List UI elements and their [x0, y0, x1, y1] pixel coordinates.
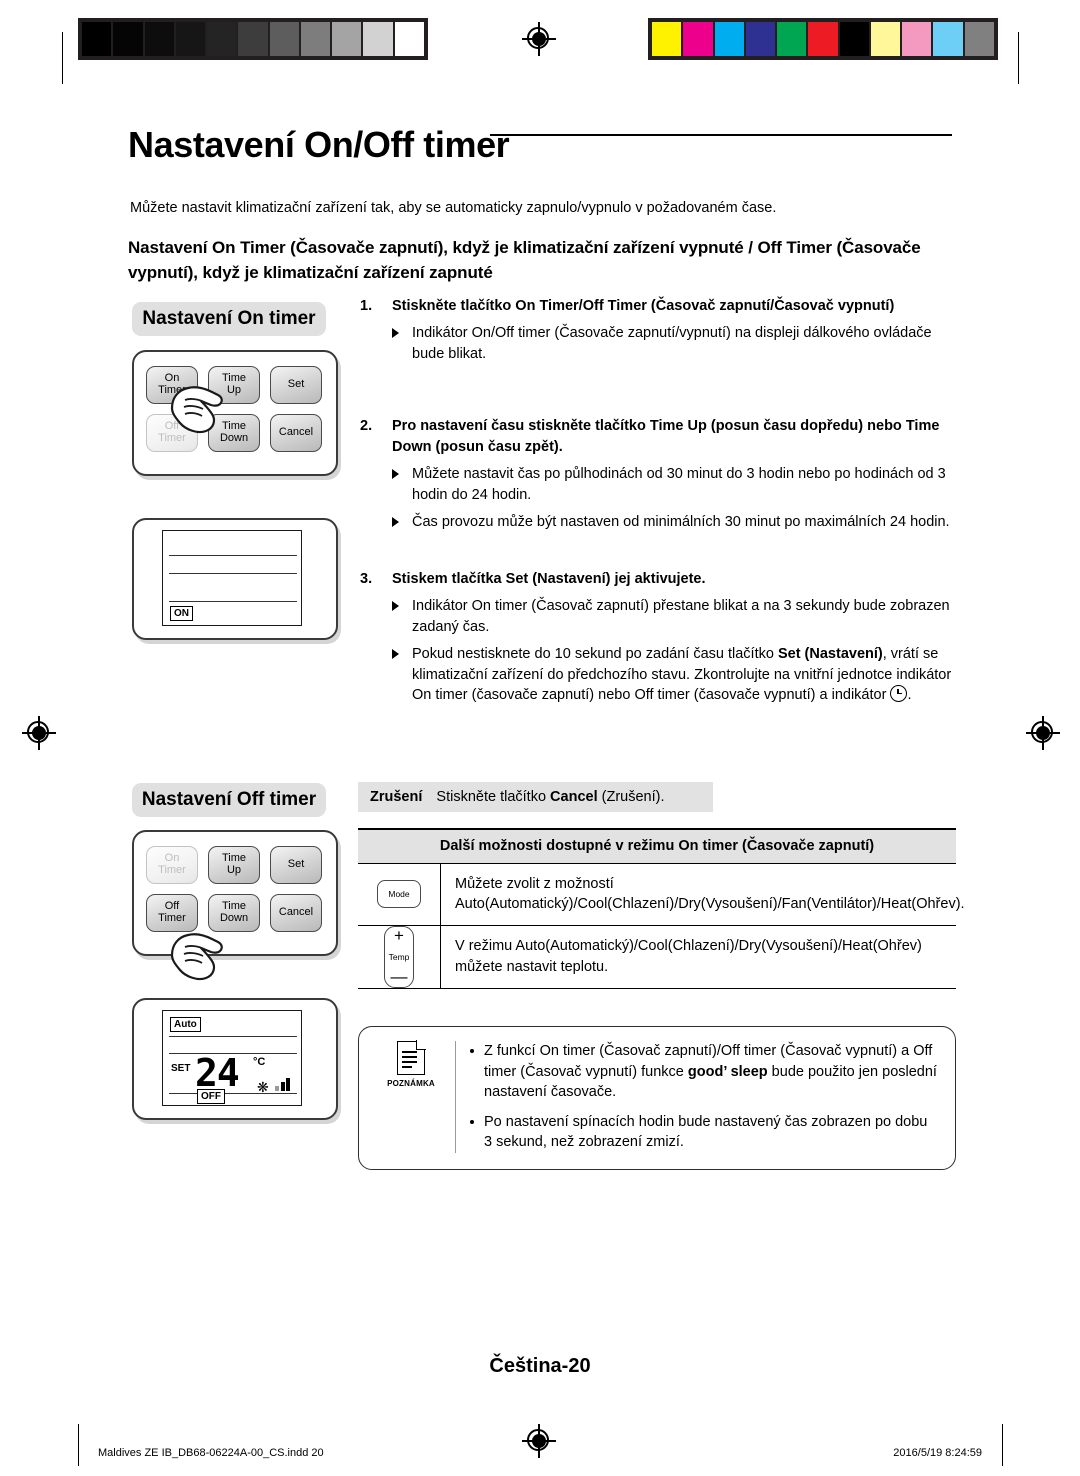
key-time-down: Time Down [208, 414, 260, 452]
off-timer-keypad-illustration: On Timer Time Up Set Off Timer Time Down Can… [132, 830, 338, 956]
mode-badge: Auto [170, 1017, 201, 1032]
step-2: 2. Pro nastavení času stiskněte tlačítko… [358, 416, 958, 532]
table-row-icon-cell: Mode [358, 864, 441, 925]
bullet-icon [470, 1119, 474, 1124]
step-bullet: Indikátor On timer (Časovač zapnutí) pře… [358, 596, 958, 637]
step-bullet-text: Indikátor On timer (Časovač zapnutí) pře… [412, 598, 950, 635]
note-label: POZNÁMKA [387, 1079, 435, 1088]
note-item-text: Z funkcí On timer (Časovač zapnutí)/Off … [484, 1043, 937, 1101]
minus-icon: — [390, 966, 408, 986]
key-time-up: Time Up [208, 366, 260, 404]
step-bullet: Můžete nastavit čas po půlhodinách od 30… [358, 464, 958, 505]
intro-paragraph: Můžete nastavit klimatizační zařízení ta… [130, 200, 777, 216]
key-set: Set [270, 846, 322, 884]
document-note-icon [397, 1040, 426, 1075]
off-indicator-badge: OFF [197, 1089, 225, 1104]
footer-crop-left [78, 1424, 79, 1466]
step-number: 1. [360, 298, 373, 314]
on-indicator-badge: ON [170, 606, 193, 621]
cancel-row-label: Zrušení [370, 789, 423, 805]
step-heading-text: Pro nastavení času stiskněte tlačítko Ti… [392, 418, 940, 455]
table-row: + Temp — V režimu Auto(Automatický)/Cool… [358, 925, 956, 989]
note-item: Po nastavení spínacích hodin bude nastav… [468, 1112, 939, 1153]
temp-button-icon: + Temp — [384, 925, 414, 988]
key-off-timer: Off Timer [146, 894, 198, 932]
triangle-bullet-icon [392, 328, 399, 339]
lcd-screen: Auto SET 24 °C ❋ OFF [162, 1010, 302, 1106]
triangle-bullet-icon [392, 649, 399, 660]
triangle-bullet-icon [392, 469, 399, 480]
footer-filename: Maldives ZE IB_DB68-06224A-00_CS.indd 20 [98, 1447, 324, 1459]
note-icon-group: POZNÁMKA [375, 1040, 456, 1153]
lcd-screen: ON [162, 530, 302, 626]
mode-button-icon: Mode [377, 880, 421, 909]
page-title: Nastavení On/Off timer [128, 124, 510, 165]
note-body: Z funkcí On timer (Časovač zapnutí)/Off … [468, 1041, 939, 1153]
instruction-steps: 1. Stiskněte tlačítko On Timer/Off Timer… [358, 296, 958, 706]
footer-crop-right [1002, 1424, 1003, 1466]
clock-indicator-icon [890, 685, 908, 703]
bullet-icon [470, 1049, 474, 1053]
key-cancel: Cancel [270, 414, 322, 452]
plus-icon: + [394, 925, 404, 945]
step-bullet-text: Indikátor On/Off timer (Časovače zapnutí… [412, 325, 932, 362]
step-number: 3. [360, 570, 373, 587]
step-bullet-text: Můžete nastavit čas po půlhodinách od 30… [412, 466, 946, 503]
note-item: Z funkcí On timer (Časovač zapnutí)/Off … [468, 1041, 939, 1103]
title-rule [490, 134, 952, 136]
key-set: Set [270, 366, 322, 404]
key-off-timer: Off Timer [146, 414, 198, 452]
key-on-timer: On Timer [146, 366, 198, 404]
note-item-text: Po nastavení spínacích hodin bude nastav… [484, 1113, 928, 1151]
step-bullet-text: Čas provozu může být nastaven od minimál… [412, 514, 950, 531]
options-table-header: Další možnosti dostupné v režimu On time… [358, 828, 956, 864]
set-label: SET [171, 1063, 191, 1074]
page-number: Čeština-20 [489, 1355, 591, 1377]
step-heading: 2. Pro nastavení času stiskněte tlačítko… [358, 416, 958, 457]
step-3: 3. Stiskem tlačítka Set (Nastavení) jej … [358, 569, 958, 706]
key-time-down: Time Down [208, 894, 260, 932]
cancel-row-text: Stiskněte tlačítko Cancel (Zrušení). [436, 789, 665, 805]
off-timer-caption: Nastavení Off timer [132, 783, 326, 817]
step-1: 1. Stiskněte tlačítko On Timer/Off Timer… [358, 296, 958, 364]
table-row-text: V režimu Auto(Automatický)/Cool(Chlazení… [455, 938, 922, 975]
key-cancel: Cancel [270, 894, 322, 932]
temperature-value: 24 [195, 1051, 240, 1095]
options-table: Další možnosti dostupné v režimu On time… [358, 828, 965, 989]
cancel-row: Zrušení Stiskněte tlačítko Cancel (Zruše… [358, 782, 713, 812]
step-bullet: Čas provozu může být nastaven od minimál… [358, 512, 958, 533]
section-subheading: Nastavení On Timer (Časovače zapnutí), k… [128, 238, 921, 282]
temp-label: Temp [388, 951, 410, 962]
step-heading-text: Stiskem tlačítka Set (Nastavení) jej akt… [392, 570, 706, 587]
temperature-unit: °C [253, 1056, 266, 1068]
step-number: 2. [360, 418, 373, 435]
fan-speed-bars-icon [275, 1077, 290, 1091]
table-row: Mode Můžete zvolit z možností Auto(Autom… [358, 864, 965, 926]
step-heading: 1. Stiskněte tlačítko On Timer/Off Timer… [358, 296, 958, 316]
footer-timestamp: 2016/5/19 8:24:59 [893, 1447, 982, 1459]
table-row-text: Můžete zvolit z možností Auto(Automatick… [455, 876, 965, 913]
document-page: Nastavení On/Off timer Můžete nastavit k… [0, 0, 1080, 1476]
off-timer-display-illustration: Auto SET 24 °C ❋ OFF [132, 998, 338, 1120]
note-box: POZNÁMKA Z funkcí On timer (Časovač zapn… [358, 1026, 956, 1170]
triangle-bullet-icon [392, 517, 399, 528]
step-bullet: Pokud nestisknete do 10 sekund po zadání… [358, 644, 958, 706]
on-timer-display-illustration: ON [132, 518, 338, 640]
table-row-icon-cell: + Temp — [358, 925, 441, 988]
step-bullet-text: Pokud nestisknete do 10 sekund po zadání… [412, 646, 952, 704]
step-heading-text: Stiskněte tlačítko On Timer/Off Timer (Č… [392, 298, 895, 314]
on-timer-caption: Nastavení On timer [132, 302, 326, 336]
step-heading: 3. Stiskem tlačítka Set (Nastavení) jej … [358, 569, 958, 589]
key-time-up: Time Up [208, 846, 260, 884]
on-timer-keypad-illustration: On Timer Time Up Set Off Timer Time Down Can… [132, 350, 338, 476]
triangle-bullet-icon [392, 601, 399, 612]
key-on-timer: On Timer [146, 846, 198, 884]
step-bullet: Indikátor On/Off timer (Časovače zapnutí… [358, 323, 958, 364]
